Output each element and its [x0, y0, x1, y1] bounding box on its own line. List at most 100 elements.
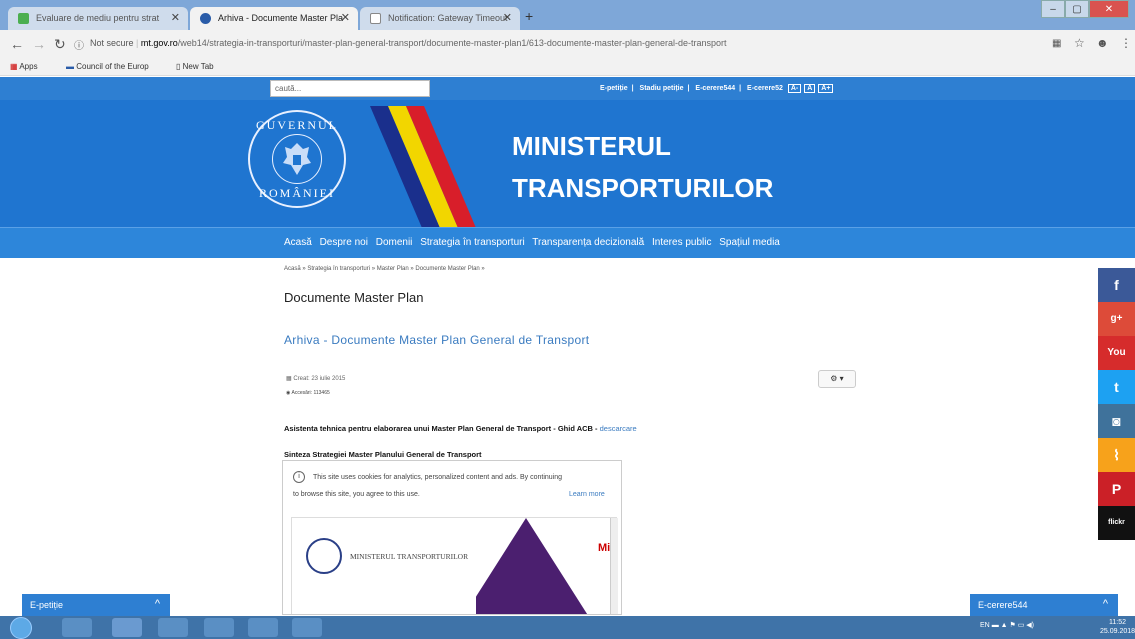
pinterest-icon[interactable]: P: [1098, 472, 1135, 506]
nav-despre-noi[interactable]: Despre noi: [320, 237, 368, 248]
twitter-icon[interactable]: t: [1098, 370, 1135, 404]
apps-bookmark[interactable]: ▦ Apps: [10, 62, 38, 71]
info-icon: i: [293, 471, 305, 483]
instagram-icon[interactable]: ◙: [1098, 404, 1135, 438]
page-title: Documente Master Plan: [284, 290, 424, 305]
tab-title: Arhiva - Documente Master Pla: [218, 13, 344, 23]
learn-more-link[interactable]: Learn more: [569, 491, 605, 498]
top-link-ecerere544[interactable]: E-cerere544: [695, 85, 735, 92]
forward-icon[interactable]: →: [32, 36, 46, 52]
close-tab-icon[interactable]: ✕: [341, 11, 350, 24]
purple-triangle-graphic: [476, 518, 588, 614]
outlook-icon[interactable]: [158, 618, 188, 637]
start-button[interactable]: [10, 617, 32, 639]
browser-tab-bar: Evaluare de mediu pentru strat ✕ Arhiva …: [0, 0, 1135, 30]
seal-top-text: GUVERNUL: [256, 118, 338, 132]
explorer-icon[interactable]: [204, 618, 234, 637]
coat-of-arms-icon: [272, 134, 322, 184]
breadcrumb[interactable]: Acasă » Strategia în transporturi » Mast…: [284, 266, 485, 272]
flickr-icon[interactable]: flickr: [1098, 506, 1135, 540]
nav-interes-public[interactable]: Interes public: [652, 237, 711, 248]
created-date: ▦ Creat: 23 iulie 2015: [286, 376, 346, 382]
viewer-scrollbar[interactable]: [610, 518, 618, 614]
browser-tab-3[interactable]: Notification: Gateway Timeout ✕: [360, 7, 520, 30]
council-bookmark[interactable]: ▬ Council of the Europ: [66, 62, 149, 71]
calendar-icon: ▦: [286, 376, 292, 382]
minimize-icon[interactable]: –: [1041, 0, 1065, 18]
youtube-icon[interactable]: You: [1098, 336, 1135, 370]
page-icon: ▯: [176, 62, 181, 71]
browser-tab-2[interactable]: Arhiva - Documente Master Pla ✕: [190, 7, 358, 30]
close-window-icon[interactable]: ✕: [1089, 0, 1129, 18]
main-navigation: Acasă Despre noi Domenii Strategia în tr…: [0, 227, 1135, 258]
nav-acasa[interactable]: Acasă: [284, 237, 312, 248]
rss-icon[interactable]: ⌇: [1098, 438, 1135, 472]
google-plus-icon[interactable]: g+: [1098, 302, 1135, 336]
menu-icon[interactable]: ⋮: [1120, 36, 1132, 50]
government-seal-logo[interactable]: GUVERNUL ROMÂNIEI: [248, 110, 346, 208]
new-tab-button[interactable]: +: [525, 8, 533, 24]
info-icon[interactable]: ⓘ: [74, 37, 84, 52]
app-icon[interactable]: [292, 618, 322, 637]
site-top-strip: [0, 77, 1135, 100]
article-tools-button[interactable]: ⚙ ▾: [818, 370, 856, 388]
language-indicator[interactable]: EN: [980, 622, 990, 629]
close-tab-icon[interactable]: ✕: [503, 11, 512, 24]
bookmarks-bar: ▦ Apps ▬ Council of the Europ ▯ New Tab: [0, 58, 1135, 76]
top-link-stadiu[interactable]: Stadiu petiție: [640, 85, 684, 92]
site-favicon-icon: [18, 13, 29, 24]
font-increase-button[interactable]: A+: [818, 84, 834, 93]
download-link[interactable]: descarcare: [600, 424, 637, 433]
chevron-up-icon[interactable]: ^: [1103, 598, 1108, 610]
windows-taskbar: EN ▬ ▲ ⚑ ▭ ◀) 11:52 25.09.2018: [0, 616, 1135, 639]
tab-title: Notification: Gateway Timeout: [388, 13, 508, 23]
window-controls: – ▢ ✕: [1041, 0, 1129, 18]
facebook-icon[interactable]: f: [1098, 268, 1135, 302]
chrome-icon[interactable]: [112, 618, 142, 637]
nav-transparenta[interactable]: Transparența decizională: [532, 237, 644, 248]
top-links: E-petiție | Stadiu petiție | E-cerere544 | …: [600, 84, 834, 93]
back-icon[interactable]: ←: [10, 36, 24, 52]
address-bar-row: ← → ↻ ⓘ Not secure | mt.gov.ro/web14/str…: [0, 30, 1135, 58]
chevron-up-icon[interactable]: ^: [155, 598, 160, 610]
security-label: Not secure: [90, 38, 134, 48]
address-field[interactable]: Not secure | mt.gov.ro/web14/strategia-i…: [90, 38, 727, 48]
document-line-1: Asistenta tehnica pentru elaborarea unui…: [284, 424, 637, 433]
profile-icon[interactable]: ☻: [1096, 36, 1109, 50]
article-title[interactable]: Arhiva - Documente Master Plan General d…: [284, 333, 589, 347]
font-decrease-button[interactable]: A-: [787, 84, 802, 93]
new-tab-bookmark[interactable]: ▯ New Tab: [176, 62, 214, 71]
clock-time: 11:52: [1109, 619, 1127, 626]
apps-grid-icon: ▦: [10, 62, 18, 71]
font-normal-button[interactable]: A: [804, 84, 816, 93]
top-link-ecerere52[interactable]: E-cerere52: [747, 85, 783, 92]
bookmark-star-icon[interactable]: ☆: [1074, 36, 1085, 50]
top-link-epetitie[interactable]: E-petiție: [600, 85, 628, 92]
chat-tab-label: E-petiție: [30, 600, 64, 610]
ecerere-chat-tab[interactable]: E-cerere544 ^: [970, 594, 1118, 616]
clock[interactable]: 11:52 25.09.2018: [1100, 618, 1135, 636]
maximize-icon[interactable]: ▢: [1065, 0, 1089, 18]
reload-icon[interactable]: ↻: [54, 36, 66, 53]
document-line-2: Sinteza Strategiei Master Planului Gener…: [284, 450, 482, 459]
document-slide: MINISTERUL TRANSPORTURILOR Mi: [291, 517, 618, 614]
tray-icons[interactable]: ▬ ▲ ⚑ ▭ ◀): [992, 622, 1034, 629]
nav-domenii[interactable]: Domenii: [376, 237, 413, 248]
close-tab-icon[interactable]: ✕: [171, 11, 180, 24]
nav-strategia[interactable]: Strategia în transporturi: [420, 237, 525, 248]
folder-icon: ▬: [66, 62, 74, 71]
url-path: /web14/strategia-in-transporturi/master-…: [177, 38, 727, 48]
site-title-line1: MINISTERUL: [512, 131, 671, 161]
browser-tab-1[interactable]: Evaluare de mediu pentru strat ✕: [8, 7, 188, 30]
tab-title: Evaluare de mediu pentru strat: [36, 13, 160, 23]
word-icon[interactable]: [248, 618, 278, 637]
nav-spatiul-media[interactable]: Spațiul media: [719, 237, 780, 248]
ie-icon[interactable]: [62, 618, 92, 637]
epetitie-chat-tab[interactable]: E-petiție ^: [22, 594, 170, 616]
embedded-document-viewer[interactable]: i This site uses cookies for analytics, …: [282, 460, 622, 615]
site-title-line2: TRANSPORTURILOR: [512, 173, 774, 203]
site-search-input[interactable]: caută...: [270, 80, 430, 97]
ministry-logo-icon: [306, 538, 342, 574]
system-tray: EN ▬ ▲ ⚑ ▭ ◀): [980, 621, 1034, 629]
translate-icon[interactable]: ▦: [1052, 38, 1061, 49]
